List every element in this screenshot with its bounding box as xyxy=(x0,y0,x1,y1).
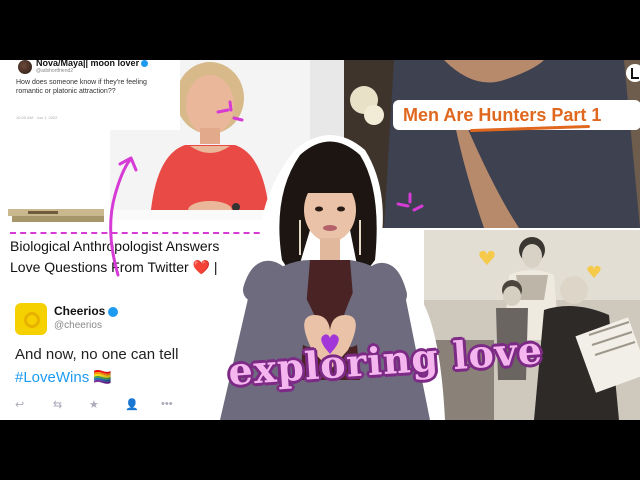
tweet-hashtag[interactable]: #LoveWins 🏳️‍🌈 xyxy=(15,368,112,386)
follow-icon[interactable]: 👤 xyxy=(125,398,139,411)
tweet-timestamp: 10:00 AM · Jun 1, 2022 xyxy=(16,115,58,120)
sparkle-icon xyxy=(216,100,244,122)
tweet-author-row: Nova/Maya|| moon lover xyxy=(36,60,149,68)
tweet-author-name: Cheerios xyxy=(54,304,106,318)
heart-icon xyxy=(587,265,601,278)
vintage-family-photo xyxy=(424,230,640,420)
curved-arrow-icon xyxy=(109,156,138,277)
books-stack xyxy=(8,209,104,222)
tweet-author-row: Cheerios xyxy=(54,304,119,318)
avatar xyxy=(18,60,32,74)
tweet-actions: ↩ ⇆ ★ 👤 ••• xyxy=(15,398,185,412)
cheerios-logo-icon xyxy=(15,303,47,335)
sparkle-icon xyxy=(396,192,424,212)
tweet-author-handle: @adshortfriend2 xyxy=(36,68,74,74)
verified-badge-icon xyxy=(141,60,149,68)
star-icon[interactable]: ★ xyxy=(89,398,99,411)
vintage-scene-illustration xyxy=(424,230,640,420)
tweet-author-handle: @cheerios xyxy=(54,320,102,331)
reply-icon[interactable]: ↩ xyxy=(15,398,24,411)
retweet-icon[interactable]: ⇆ xyxy=(53,398,62,411)
tweet-body-text: How does someone know if they're feeling… xyxy=(16,79,147,95)
verified-badge-icon xyxy=(108,306,119,317)
tweet-author-name: Nova/Maya|| moon lover xyxy=(36,60,140,68)
more-icon[interactable]: ••• xyxy=(161,398,173,410)
tweet-body-text: And now, no one can tell xyxy=(15,346,179,363)
tweet-card-question: Nova/Maya|| moon lover @adshortfriend2 H… xyxy=(0,60,180,130)
heart-icon xyxy=(479,250,495,265)
thumbnail-collage: Nova/Maya|| moon lover @adshortfriend2 H… xyxy=(0,60,640,420)
tiktok-logo-icon xyxy=(626,64,640,82)
